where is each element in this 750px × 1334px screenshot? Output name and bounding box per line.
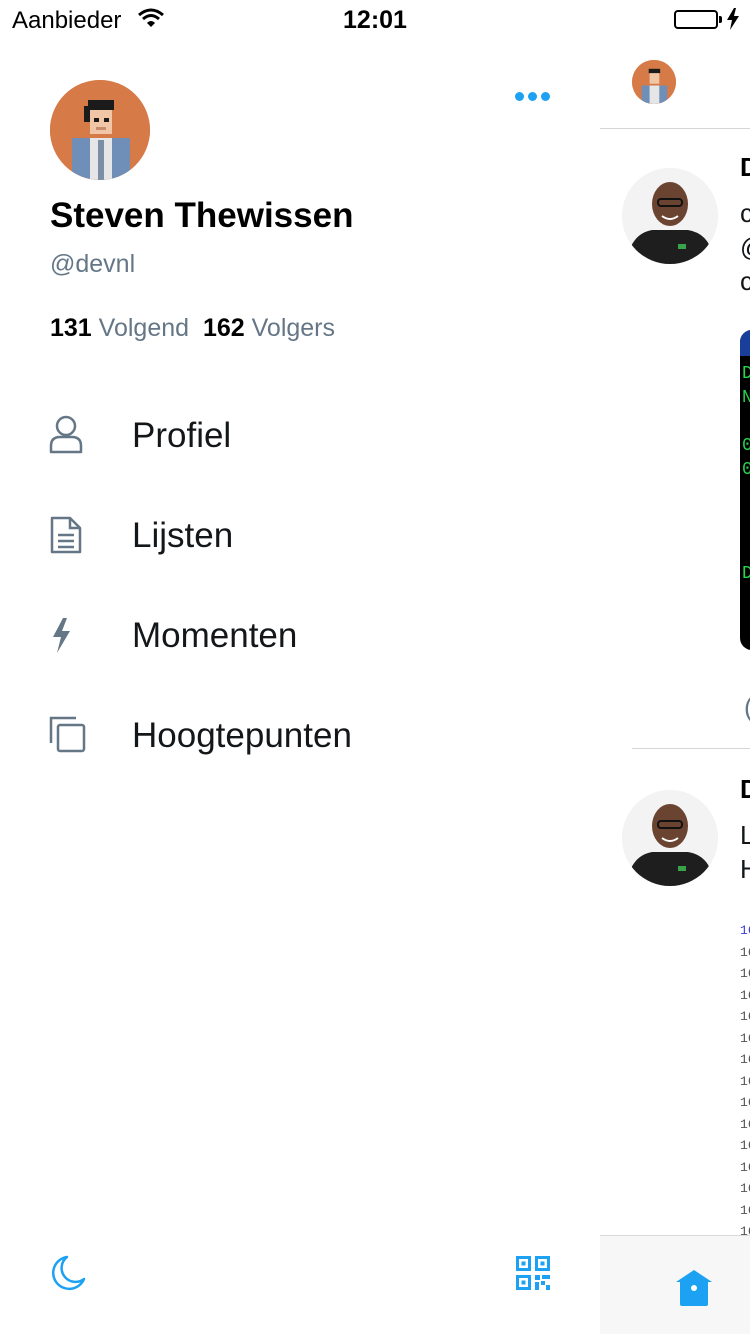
tweet-text-line: L (740, 820, 750, 850)
profile-avatar[interactable] (50, 80, 150, 180)
code-line: 16 (740, 1052, 750, 1067)
media-title-bar (740, 330, 750, 356)
code-line: 16 (740, 944, 750, 960)
battery-icon (674, 10, 718, 29)
tweet-media-image[interactable]: D N 0 0 D (740, 330, 750, 650)
list-document-icon (48, 515, 88, 555)
follow-stats: 131 Volgend 162 Volgers (50, 314, 335, 343)
person-icon (48, 415, 88, 455)
clock: 12:01 (343, 6, 407, 34)
lightning-icon (48, 615, 88, 655)
menu-item-lijsten[interactable]: Lijsten (0, 490, 600, 590)
tweet-author-name[interactable]: D (740, 152, 750, 183)
battery-cap (719, 16, 722, 23)
tweet-divider (632, 748, 750, 749)
charging-icon (726, 8, 740, 35)
highlights-stack-icon (48, 715, 88, 755)
following-label[interactable]: Volgend (99, 314, 189, 342)
media-text-line: N (742, 388, 750, 408)
tweet-text-line: H (740, 854, 750, 884)
qr-code-icon[interactable] (516, 1256, 550, 1295)
timeline-panel[interactable]: D c @ c D N 0 0 D ( D L H 16 16 16 16 16… (600, 40, 750, 1334)
menu-item-momenten[interactable]: Momenten (0, 590, 600, 690)
following-count[interactable]: 131 (50, 314, 92, 342)
media-text-line: 0 (742, 460, 750, 480)
tab-bar (600, 1235, 750, 1334)
followers-count[interactable]: 162 (203, 314, 245, 342)
code-line: 16 (740, 1202, 750, 1218)
profile-handle: @devnl (50, 250, 136, 278)
header-avatar[interactable] (632, 60, 676, 104)
header-divider (600, 128, 750, 129)
side-drawer: Steven Thewissen @devnl 131 Volgend 162 … (0, 40, 600, 1334)
home-icon[interactable] (674, 1268, 714, 1313)
tweet-code-image[interactable]: 16 16 16 16 16 16 16 16 16 16 16 16 16 1… (740, 920, 750, 1264)
code-line: 16 (740, 987, 750, 1003)
code-line: 16 (740, 1030, 750, 1046)
menu-label-profiel: Profiel (132, 416, 232, 455)
followers-label[interactable]: Volgers (252, 314, 335, 342)
code-line: 16 (740, 1181, 750, 1196)
code-line: 16 (740, 1159, 750, 1175)
code-line: 16 (740, 966, 750, 981)
profile-name[interactable]: Steven Thewissen (50, 196, 353, 236)
moon-icon[interactable] (50, 1255, 86, 1296)
tweet-author-avatar[interactable] (622, 790, 718, 886)
code-line: 16 (740, 1009, 750, 1024)
code-line: 16 (740, 923, 750, 938)
menu-label-momenten: Momenten (132, 616, 298, 655)
reply-icon[interactable]: ( (744, 692, 750, 723)
tweet-text-line: @ (740, 232, 750, 263)
code-line: 16 (740, 1116, 750, 1132)
menu-label-lijsten: Lijsten (132, 516, 234, 555)
menu-label-hoogtepunten: Hoogtepunten (132, 716, 352, 755)
menu-item-hoogtepunten[interactable]: Hoogtepunten (0, 690, 600, 790)
tweet-text-line: c (740, 266, 750, 296)
media-text-line: D (742, 564, 750, 584)
code-line: 16 (740, 1138, 750, 1153)
code-line: 16 (740, 1073, 750, 1089)
tweet-author-avatar[interactable] (622, 168, 718, 264)
media-text-line: D (742, 364, 750, 384)
code-line: 16 (740, 1095, 750, 1110)
status-bar: Aanbieder 12:01 (0, 0, 750, 40)
menu-item-profiel[interactable]: Profiel (0, 390, 600, 490)
media-text-line: 0 (742, 436, 750, 456)
tweet-author-name[interactable]: D (740, 774, 750, 805)
more-dots-icon[interactable] (515, 92, 551, 106)
tweet-text-line: c (740, 198, 750, 228)
